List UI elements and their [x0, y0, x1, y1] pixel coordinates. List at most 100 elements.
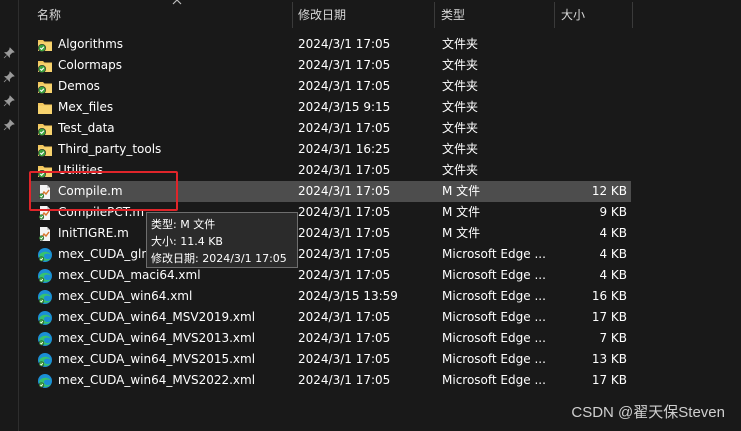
column-divider[interactable]	[292, 2, 293, 28]
file-name: Colormaps	[58, 58, 123, 72]
file-date: 2024/3/1 17:05	[298, 268, 391, 282]
column-divider[interactable]	[554, 2, 555, 28]
file-row[interactable]: mex_CUDA_win64.xml 2024/3/15 13:59 Microso…	[29, 286, 631, 307]
edge-xml-icon	[38, 269, 52, 283]
file-row[interactable]: Test_data 2024/3/1 17:05 文件夹	[29, 118, 631, 139]
file-row[interactable]: Algorithms 2024/3/1 17:05 文件夹	[29, 34, 631, 55]
file-size	[559, 139, 627, 160]
file-size	[559, 76, 627, 97]
file-row[interactable]: Third_party_tools 2024/3/1 16:25 文件夹	[29, 139, 631, 160]
column-header-name[interactable]: 名称	[33, 0, 293, 30]
file-name: mex_CUDA_win64_MSV2019.xml	[58, 310, 256, 324]
file-row[interactable]: mex_CUDA_maci64.xml 2024/3/1 17:05 Microso…	[29, 265, 631, 286]
file-size: 4 KB	[599, 226, 627, 240]
file-size: 4 KB	[599, 247, 627, 261]
file-size: 17 KB	[591, 310, 627, 324]
folder-sync-icon	[38, 40, 52, 52]
column-header-type[interactable]: 类型	[437, 0, 555, 30]
file-type: M 文件	[442, 205, 481, 219]
file-type: Microsoft Edge ...	[442, 310, 546, 324]
file-size	[559, 97, 627, 118]
column-header-bar: 名称 修改日期 类型 大小	[19, 0, 741, 30]
pane-divider[interactable]	[18, 0, 19, 431]
file-name: mex_CUDA_win64_MVS2015.xml	[58, 352, 256, 366]
edge-xml-icon	[38, 248, 52, 262]
file-row[interactable]: mex_CUDA_gln 2024/3/1 17:05 Microsoft Edge…	[29, 244, 631, 265]
edge-xml-icon	[38, 290, 52, 304]
file-type: 文件夹	[442, 58, 479, 72]
pin-icon[interactable]	[3, 119, 15, 131]
folder-icon	[38, 103, 52, 114]
file-type: Microsoft Edge ...	[442, 268, 546, 282]
edge-xml-icon	[38, 374, 52, 388]
file-date: 2024/3/1 17:05	[298, 205, 391, 219]
file-date: 2024/3/1 17:05	[298, 310, 391, 324]
file-date: 2024/3/1 17:05	[298, 37, 391, 51]
column-divider[interactable]	[632, 2, 633, 28]
file-type: M 文件	[442, 226, 481, 240]
file-size: 12 KB	[591, 184, 627, 198]
file-row[interactable]: Mex_files 2024/3/15 9:15 文件夹	[29, 97, 631, 118]
file-name: mex_CUDA_win64_MVS2013.xml	[58, 331, 256, 345]
file-type: M 文件	[442, 184, 481, 198]
file-row[interactable]: mex_CUDA_win64_MSV2019.xml 2024/3/1 17:05…	[29, 307, 631, 328]
tooltip-date: 修改日期: 2024/3/1 17:05	[151, 252, 287, 265]
column-header-date[interactable]: 修改日期	[294, 0, 434, 30]
file-type: Microsoft Edge ...	[442, 352, 546, 366]
file-date: 2024/3/1 17:05	[298, 373, 391, 387]
file-date: 2024/3/1 17:05	[298, 79, 391, 93]
file-row[interactable]: Colormaps 2024/3/1 17:05 文件夹	[29, 55, 631, 76]
file-date: 2024/3/1 17:05	[298, 226, 391, 240]
file-date: 2024/3/1 17:05	[298, 247, 391, 261]
file-row[interactable]: InitTIGRE.m 2024/3/1 17:05 M 文件 4 KB	[29, 223, 631, 244]
file-size	[559, 34, 627, 55]
folder-sync-icon	[38, 82, 52, 94]
file-type: 文件夹	[442, 142, 479, 156]
file-row[interactable]: mex_CUDA_win64_MVS2013.xml 2024/3/1 17:05…	[29, 328, 631, 349]
tooltip-type: 类型: M 文件	[151, 218, 216, 231]
folder-sync-icon	[38, 124, 52, 136]
watermark: CSDN @翟天保Steven	[571, 404, 725, 421]
file-size: 4 KB	[599, 268, 627, 282]
file-date: 2024/3/15 13:59	[298, 289, 398, 303]
file-size	[559, 160, 627, 181]
file-name: Test_data	[58, 121, 115, 135]
file-type: Microsoft Edge ...	[442, 331, 546, 345]
file-name: mex_CUDA_win64_MVS2022.xml	[58, 373, 256, 387]
file-date: 2024/3/1 17:05	[298, 163, 391, 177]
file-date: 2024/3/1 17:05	[298, 331, 391, 345]
column-divider[interactable]	[434, 2, 435, 28]
file-date: 2024/3/1 17:05	[298, 352, 391, 366]
file-type: Microsoft Edge ...	[442, 247, 546, 261]
pin-icon[interactable]	[3, 71, 15, 83]
matlab-file-icon	[38, 227, 50, 241]
file-type: 文件夹	[442, 37, 479, 51]
file-type: 文件夹	[442, 121, 479, 135]
highlight-annotation	[29, 171, 178, 211]
column-header-size[interactable]: 大小	[557, 0, 633, 30]
file-name: mex_CUDA_maci64.xml	[58, 268, 201, 282]
file-size	[559, 55, 627, 76]
file-type: 文件夹	[442, 100, 479, 114]
file-date: 2024/3/1 16:25	[298, 142, 391, 156]
file-date: 2024/3/15 9:15	[298, 100, 391, 114]
file-row[interactable]: Demos 2024/3/1 17:05 文件夹	[29, 76, 631, 97]
file-name: Demos	[58, 79, 100, 93]
file-type: Microsoft Edge ...	[442, 373, 546, 387]
file-size: 13 KB	[591, 352, 627, 366]
file-row[interactable]: mex_CUDA_win64_MVS2015.xml 2024/3/1 17:05…	[29, 349, 631, 370]
file-date: 2024/3/1 17:05	[298, 58, 391, 72]
file-type: Microsoft Edge ...	[442, 289, 546, 303]
edge-xml-icon	[38, 332, 52, 346]
file-date: 2024/3/1 17:05	[298, 121, 391, 135]
file-size: 16 KB	[591, 289, 627, 303]
file-row[interactable]: mex_CUDA_win64_MVS2022.xml 2024/3/1 17:05…	[29, 370, 631, 391]
pin-icon[interactable]	[3, 47, 15, 59]
file-tooltip: 类型: M 文件 大小: 11.4 KB 修改日期: 2024/3/1 17:0…	[146, 212, 298, 268]
file-size: 7 KB	[599, 331, 627, 345]
file-size	[559, 118, 627, 139]
file-size: 17 KB	[591, 373, 627, 387]
file-name: Mex_files	[58, 100, 114, 114]
pin-icon[interactable]	[3, 95, 15, 107]
file-type: 文件夹	[442, 79, 479, 93]
